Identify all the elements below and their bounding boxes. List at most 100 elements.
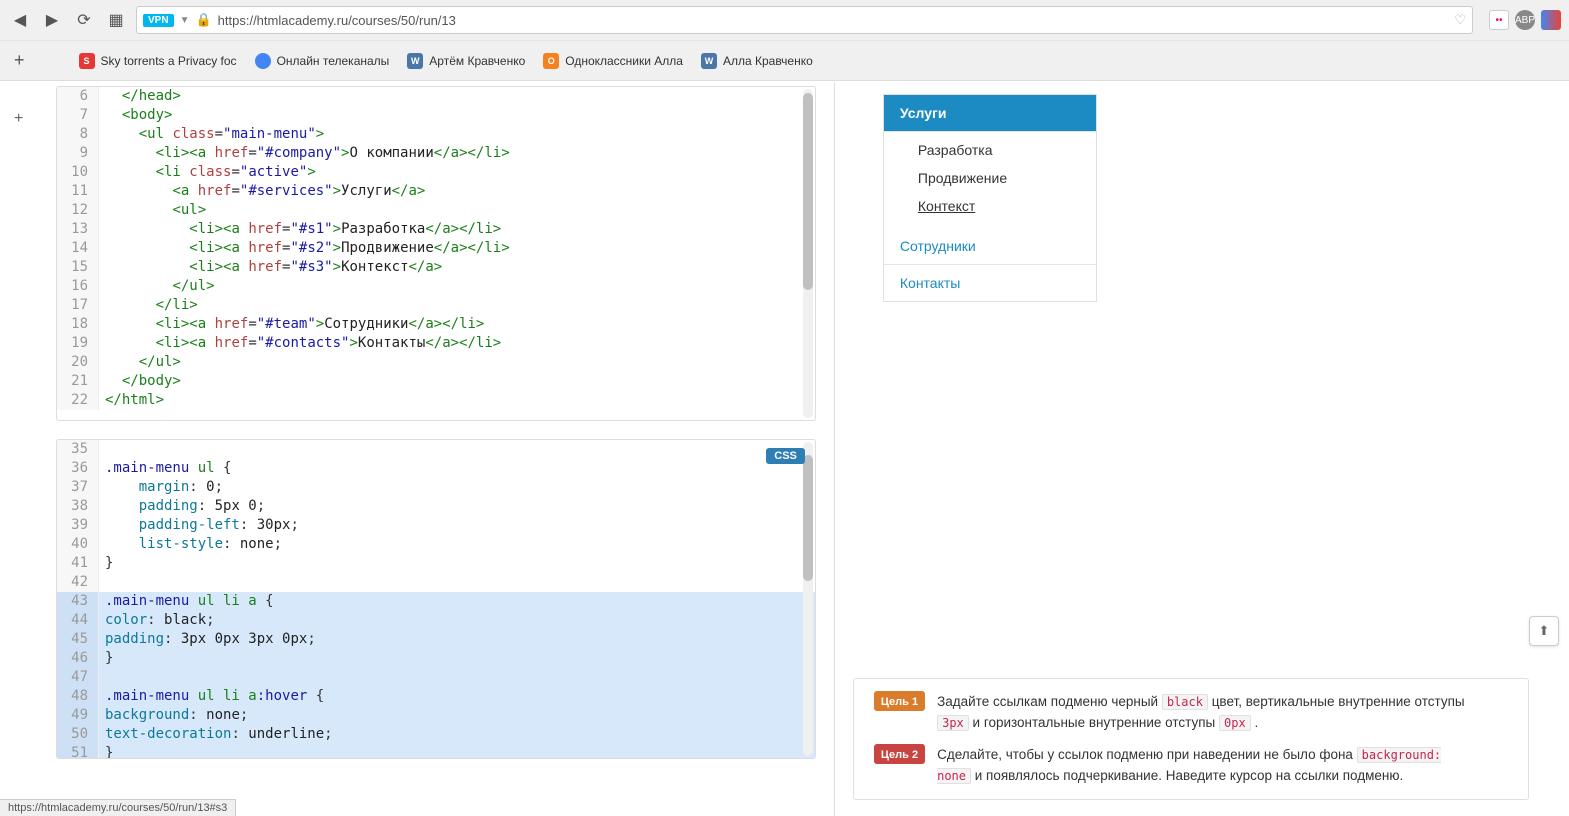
- code-line-13[interactable]: 13 <li><a href="#s1">Разработка</a></li>: [57, 220, 815, 239]
- scroll-top-button[interactable]: ⬆: [1529, 616, 1559, 646]
- code-line-6[interactable]: 6 </head>: [57, 87, 815, 106]
- code-line-49[interactable]: 49background: none;: [57, 706, 815, 725]
- code-line-41[interactable]: 41}: [57, 554, 815, 573]
- line-content: [99, 440, 815, 459]
- code-line-8[interactable]: 8 <ul class="main-menu">: [57, 125, 815, 144]
- code-line-12[interactable]: 12 <ul>: [57, 201, 815, 220]
- bookmark-label: Sky torrents a Privacy foc: [101, 54, 237, 68]
- css-editor[interactable]: CSS 3536.main-menu ul {37 margin: 0;38 p…: [56, 439, 816, 759]
- bookmark-2[interactable]: W Артём Кравченко: [407, 53, 525, 69]
- code-line-16[interactable]: 16 </ul>: [57, 277, 815, 296]
- line-number: 48: [57, 687, 99, 706]
- line-number: 44: [57, 611, 99, 630]
- vpn-badge: VPN: [143, 14, 174, 27]
- code-line-21[interactable]: 21 </body>: [57, 372, 815, 391]
- add-tab-button[interactable]: +: [8, 50, 31, 71]
- bookmark-4[interactable]: WАлла Кравченко: [701, 53, 813, 69]
- menu-item-team[interactable]: Сотрудники: [884, 228, 1096, 265]
- line-number: 11: [57, 182, 99, 201]
- line-number: 19: [57, 334, 99, 353]
- code-line-11[interactable]: 11 <a href="#services">Услуги</a>: [57, 182, 815, 201]
- menu-item-services[interactable]: Услуги: [884, 95, 1096, 132]
- code-line-22[interactable]: 22</html>: [57, 391, 815, 410]
- lock-icon: 🔒: [195, 12, 211, 28]
- line-content: <li><a href="#s2">Продвижение</a></li>: [99, 239, 815, 258]
- bookmark-icon: W: [407, 53, 423, 69]
- line-content: margin: 0;: [99, 478, 815, 497]
- code-line-17[interactable]: 17 </li>: [57, 296, 815, 315]
- line-content: <li><a href="#s1">Разработка</a></li>: [99, 220, 815, 239]
- reload-button[interactable]: ⟳: [72, 8, 96, 32]
- code-line-9[interactable]: 9 <li><a href="#company">О компании</a><…: [57, 144, 815, 163]
- line-number: 17: [57, 296, 99, 315]
- code-line-50[interactable]: 50text-decoration: underline;: [57, 725, 815, 744]
- code-line-36[interactable]: 36.main-menu ul {: [57, 459, 815, 478]
- html-scrollbar[interactable]: [803, 89, 813, 418]
- submenu-item-2[interactable]: Продвижение: [918, 164, 1096, 192]
- preview-menu: Услуги Разработка Продвижение Контекст С…: [883, 94, 1097, 302]
- code-line-14[interactable]: 14 <li><a href="#s2">Продвижение</a></li…: [57, 239, 815, 258]
- bookmark-icon: [255, 53, 271, 69]
- code-line-47[interactable]: 47: [57, 668, 815, 687]
- bookmark-3[interactable]: OОдноклассники Алла: [543, 53, 683, 69]
- line-number: 7: [57, 106, 99, 125]
- forward-button[interactable]: ▶: [40, 8, 64, 32]
- right-pane: Услуги Разработка Продвижение Контекст С…: [853, 82, 1569, 816]
- ext-icon-1[interactable]: ••: [1489, 10, 1509, 30]
- bookmark-label: Артём Кравченко: [429, 54, 525, 68]
- status-bar-url: https://htmlacademy.ru/courses/50/run/13…: [0, 799, 236, 816]
- back-button[interactable]: ◀: [8, 8, 32, 32]
- code-line-37[interactable]: 37 margin: 0;: [57, 478, 815, 497]
- code-line-45[interactable]: 45padding: 3px 0px 3px 0px;: [57, 630, 815, 649]
- code-line-39[interactable]: 39 padding-left: 30px;: [57, 516, 815, 535]
- line-content: .main-menu ul li a {: [99, 592, 815, 611]
- line-content: text-decoration: underline;: [99, 725, 815, 744]
- line-content: padding: 3px 0px 3px 0px;: [99, 630, 815, 649]
- heart-icon[interactable]: ♡: [1454, 12, 1466, 28]
- code-line-7[interactable]: 7 <body>: [57, 106, 815, 125]
- line-number: 37: [57, 478, 99, 497]
- code-line-10[interactable]: 10 <li class="active">: [57, 163, 815, 182]
- line-content: <ul>: [99, 201, 815, 220]
- line-number: 43: [57, 592, 99, 611]
- line-number: 38: [57, 497, 99, 516]
- html-editor[interactable]: 6 </head>7 <body>8 <ul class="main-menu"…: [56, 86, 816, 421]
- line-number: 14: [57, 239, 99, 258]
- ext-icon-2[interactable]: ABP: [1515, 10, 1535, 30]
- code-line-18[interactable]: 18 <li><a href="#team">Сотрудники</a></l…: [57, 315, 815, 334]
- code-line-19[interactable]: 19 <li><a href="#contacts">Контакты</a><…: [57, 334, 815, 353]
- code-black: black: [1162, 694, 1208, 710]
- submenu-item-1[interactable]: Разработка: [918, 136, 1096, 164]
- code-line-20[interactable]: 20 </ul>: [57, 353, 815, 372]
- apps-button[interactable]: ▦: [104, 8, 128, 32]
- line-number: 16: [57, 277, 99, 296]
- line-content: <li><a href="#s3">Контекст</a>: [99, 258, 815, 277]
- bookmark-1[interactable]: Онлайн телеканалы: [255, 53, 390, 69]
- line-number: 22: [57, 391, 99, 410]
- line-number: 35: [57, 440, 99, 459]
- line-content: </html>: [99, 391, 815, 410]
- code-line-38[interactable]: 38 padding: 5px 0;: [57, 497, 815, 516]
- code-line-46[interactable]: 46}: [57, 649, 815, 668]
- url-bar[interactable]: VPN ▼ 🔒 https://htmlacademy.ru/courses/5…: [136, 6, 1473, 34]
- code-line-51[interactable]: 51}: [57, 744, 815, 759]
- code-line-15[interactable]: 15 <li><a href="#s3">Контекст</a>: [57, 258, 815, 277]
- menu-item-contacts[interactable]: Контакты: [884, 265, 1096, 301]
- line-number: 10: [57, 163, 99, 182]
- code-line-35[interactable]: 35: [57, 440, 815, 459]
- line-content: [99, 573, 815, 592]
- ext-icon-3[interactable]: [1541, 10, 1561, 30]
- bookmark-label: Онлайн телеканалы: [277, 54, 390, 68]
- goal-1-badge: Цель 1: [874, 691, 925, 711]
- code-line-44[interactable]: 44color: black;: [57, 611, 815, 630]
- css-scrollbar[interactable]: [803, 442, 813, 756]
- bookmark-0[interactable]: SSky torrents a Privacy foc: [79, 53, 237, 69]
- code-line-48[interactable]: 48.main-menu ul li a:hover {: [57, 687, 815, 706]
- line-content: list-style: none;: [99, 535, 815, 554]
- code-line-40[interactable]: 40 list-style: none;: [57, 535, 815, 554]
- dropdown-icon[interactable]: ▼: [180, 15, 190, 26]
- code-3px: 3px: [937, 715, 969, 731]
- submenu-item-3[interactable]: Контекст: [918, 192, 1096, 220]
- code-line-43[interactable]: 43.main-menu ul li a {: [57, 592, 815, 611]
- code-line-42[interactable]: 42: [57, 573, 815, 592]
